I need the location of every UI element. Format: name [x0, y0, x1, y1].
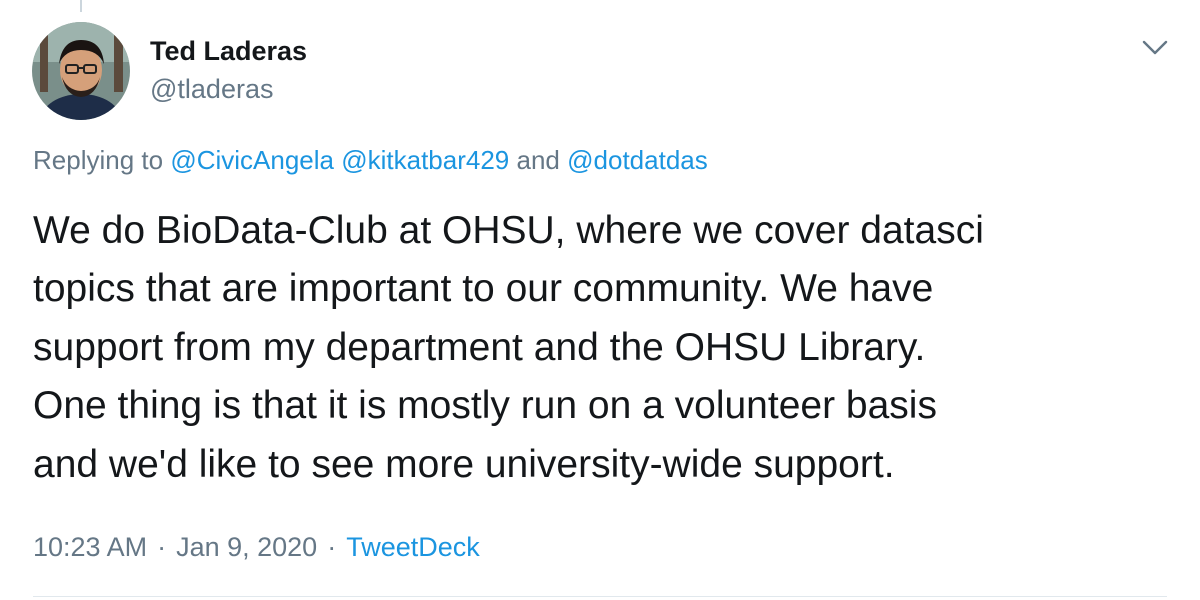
tweet-source-link[interactable]: TweetDeck [346, 532, 480, 562]
divider [33, 596, 1167, 597]
meta-separator: · [327, 532, 337, 562]
tweet-text-line: topics that are important to our communi… [33, 267, 934, 311]
author-handle[interactable]: @tladeras [150, 73, 273, 105]
tweet-text-line: We do BioData-Club at OHSU, where we cov… [33, 209, 984, 252]
tweet-date[interactable]: Jan 9, 2020 [176, 532, 317, 562]
reply-context-conjunction: and [516, 145, 560, 175]
avatar-photo [32, 22, 130, 120]
mention-link-kitkatbar429[interactable]: @kitkatbar429 [341, 145, 509, 175]
tweet-text-line: One thing is that it is mostly run on a … [33, 384, 937, 428]
chevron-down-icon [1142, 40, 1168, 55]
tweet-metadata: 10:23 AM · Jan 9, 2020 · TweetDeck [33, 530, 480, 564]
tweet-text: We do BioData-Club at OHSU, where we cov… [33, 202, 1173, 494]
tweet-time[interactable]: 10:23 AM [33, 532, 147, 562]
author-name[interactable]: Ted Laderas [150, 35, 307, 67]
mention-link-dotdatdas[interactable]: @dotdatdas [567, 145, 708, 175]
tweet-text-line: support from my department and the OHSU … [33, 325, 926, 369]
reply-context: Replying to @CivicAngela @kitkatbar429 a… [33, 144, 708, 176]
tweet-menu-button[interactable] [1138, 34, 1172, 62]
reply-context-prefix: Replying to [33, 145, 164, 175]
tweet-text-line: and we'd like to see more university-wid… [33, 442, 895, 486]
meta-separator: · [157, 532, 167, 562]
mention-link-civicangela[interactable]: @CivicAngela [170, 145, 334, 175]
thread-connector-line [80, 0, 82, 12]
avatar[interactable] [32, 22, 130, 120]
